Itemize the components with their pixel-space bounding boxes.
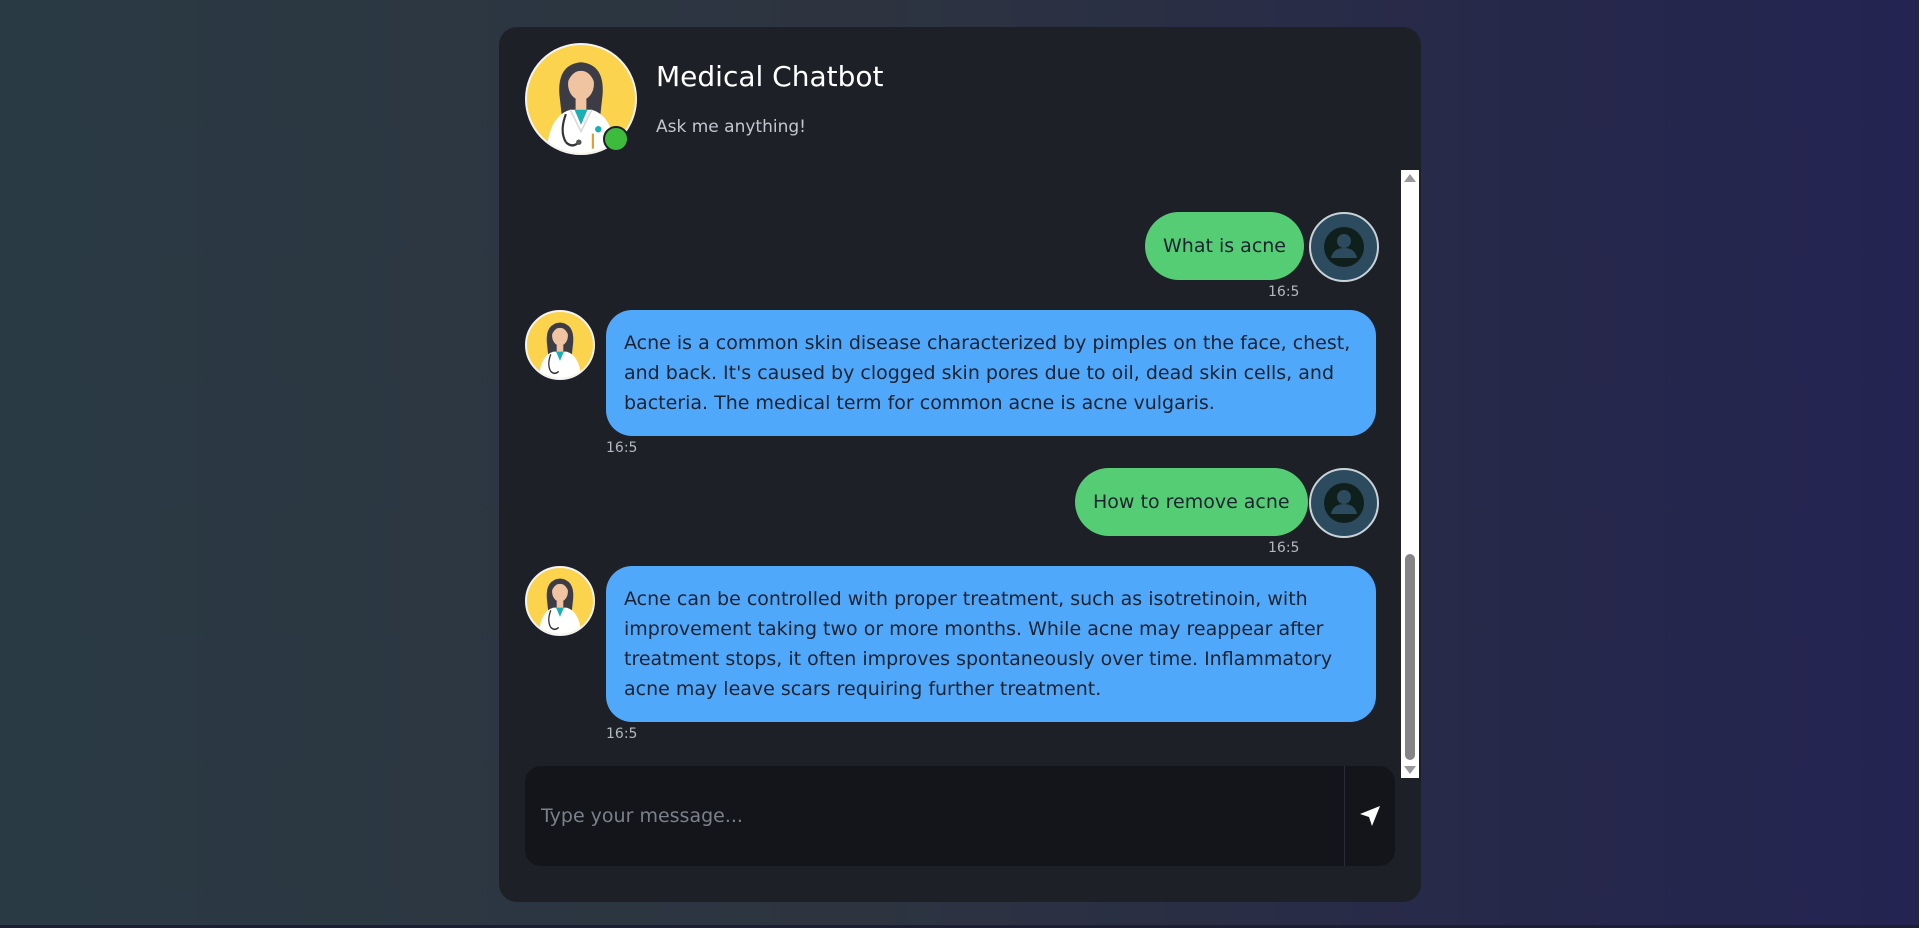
message-timestamp: 16:5 xyxy=(606,726,638,742)
send-button[interactable] xyxy=(1345,766,1395,866)
bot-message-bubble: Acne is a common skin disease characteri… xyxy=(606,310,1376,436)
user-avatar-icon xyxy=(1309,468,1379,538)
doctor-avatar-icon xyxy=(525,310,595,380)
message-input[interactable] xyxy=(525,766,1345,866)
message-timestamp: 16:5 xyxy=(1268,284,1300,300)
scrollbar-thumb[interactable] xyxy=(1405,554,1415,760)
message-list-scrollbar[interactable] xyxy=(1401,170,1419,778)
send-icon xyxy=(1360,806,1380,826)
online-status-indicator xyxy=(603,126,629,152)
message-composer xyxy=(525,766,1395,866)
message-list[interactable]: What is acne 16:5 Acne is a common skin … xyxy=(499,170,1421,778)
user-avatar-icon xyxy=(1309,212,1379,282)
chat-window: Medical Chatbot Ask me anything! What is… xyxy=(499,27,1421,902)
message-timestamp: 16:5 xyxy=(606,440,638,456)
chat-title: Medical Chatbot xyxy=(656,60,884,93)
chat-subtitle: Ask me anything! xyxy=(656,117,806,137)
doctor-avatar-icon xyxy=(525,566,595,636)
bot-message-bubble: Acne can be controlled with proper treat… xyxy=(606,566,1376,722)
chat-header: Medical Chatbot Ask me anything! xyxy=(525,43,1385,157)
bot-profile xyxy=(525,43,637,155)
message-timestamp: 16:5 xyxy=(1268,540,1300,556)
user-message-bubble: What is acne xyxy=(1145,212,1304,280)
scroll-down-arrow-icon[interactable] xyxy=(1404,766,1416,774)
user-message-bubble: How to remove acne xyxy=(1075,468,1308,536)
scroll-up-arrow-icon[interactable] xyxy=(1404,174,1416,182)
